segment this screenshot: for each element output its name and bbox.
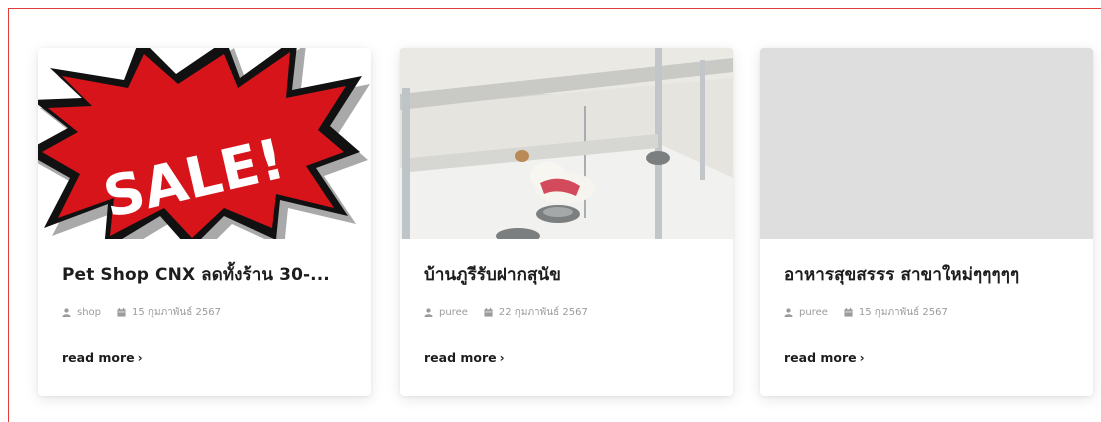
post-author[interactable]: shop [77, 307, 101, 318]
post-title[interactable]: Pet Shop CNX ลดทั้งร้าน 30-... [62, 261, 347, 288]
read-more-link[interactable]: read more › [424, 350, 505, 365]
read-more-link[interactable]: read more › [784, 350, 865, 365]
post-author[interactable]: puree [799, 307, 828, 318]
user-icon [424, 308, 433, 317]
read-more-label: read more [62, 350, 135, 365]
post-card[interactable]: อาหารสุขสรรร สาขาใหม่ๆๆๆๆๆ puree 15 กุมภ… [760, 48, 1093, 396]
post-author[interactable]: puree [439, 307, 468, 318]
sale-burst-image: SALE! [38, 48, 370, 239]
read-more-label: read more [784, 350, 857, 365]
post-card[interactable]: บ้านภูรีรับฝากสุนัข puree 22 กุมภาพันธ์ … [400, 48, 733, 396]
calendar-icon [844, 308, 853, 317]
chevron-right-icon: › [137, 350, 143, 365]
post-thumbnail-sale[interactable]: SALE! [38, 48, 371, 239]
dog-kennel-image [400, 48, 733, 239]
chevron-right-icon: › [859, 350, 865, 365]
post-title[interactable]: บ้านภูรีรับฝากสุนัข [424, 261, 709, 288]
post-meta: puree 22 กุมภาพันธ์ 2567 [424, 305, 709, 320]
chevron-right-icon: › [499, 350, 505, 365]
post-meta: shop 15 กุมภาพันธ์ 2567 [62, 305, 347, 320]
post-meta: puree 15 กุมภาพันธ์ 2567 [784, 305, 1069, 320]
post-date: 22 กุมภาพันธ์ 2567 [498, 307, 588, 318]
calendar-icon [484, 308, 493, 317]
post-date: 15 กุมภาพันธ์ 2567 [132, 307, 221, 318]
post-title[interactable]: อาหารสุขสรรร สาขาใหม่ๆๆๆๆๆ [784, 261, 1069, 288]
read-more-label: read more [424, 350, 497, 365]
read-more-link[interactable]: read more › [62, 350, 143, 365]
post-date: 15 กุมภาพันธ์ 2567 [858, 307, 948, 318]
post-thumbnail-placeholder[interactable] [760, 48, 1093, 239]
post-card[interactable]: SALE! Pet Shop CNX ลดทั้งร้าน 30-... sho… [38, 48, 371, 396]
user-icon [784, 308, 793, 317]
calendar-icon [117, 308, 126, 317]
post-thumbnail-dog-kennel[interactable] [400, 48, 733, 239]
user-icon [62, 308, 71, 317]
